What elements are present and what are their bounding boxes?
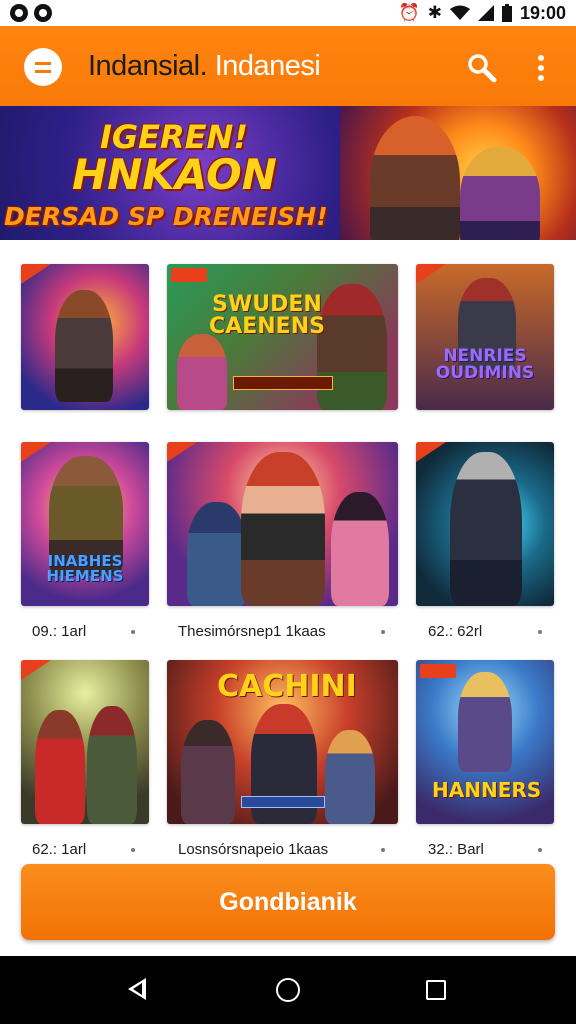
dot-icon: [538, 630, 542, 634]
app-root: ⏰ ✱ 19:00 Indansial. Indanesi IGEREN! HN…: [0, 0, 576, 1024]
game-logo: CACHINI: [217, 669, 357, 704]
app-bar: Indansial. Indanesi: [0, 26, 576, 106]
game-logo: NENRIES OUDIMINS: [435, 346, 535, 383]
game-card[interactable]: CACHINI: [167, 660, 398, 824]
game-logo: HANNERS: [432, 778, 542, 802]
dot-icon: [131, 848, 135, 852]
primary-action-button[interactable]: Gondbianik: [21, 864, 555, 940]
more-vert-dot: [538, 65, 544, 71]
character: [35, 710, 85, 824]
game-caption: 09.: 1arl: [32, 623, 87, 640]
battery-icon: [501, 4, 512, 22]
badge: [420, 664, 456, 678]
game-grid: SWUDEN CAENENS NENRIES OUDIMINS INABHES …: [0, 240, 576, 860]
game-caption: Losnsórsnapeio 1kaas: [178, 841, 329, 858]
character: [187, 502, 247, 606]
status-right: ⏰ ✱ 19:00: [399, 3, 566, 24]
status-left: [10, 4, 52, 22]
character: [181, 720, 235, 824]
banner-title-line3: DERSAD SP DRENEISH!: [4, 202, 328, 231]
character: [87, 706, 137, 824]
game-card[interactable]: NENRIES OUDIMINS: [416, 264, 554, 410]
game-caption: 62.: 62rl: [428, 623, 483, 640]
character: [55, 290, 113, 402]
game-logo: INABHES HIEMENS: [46, 552, 124, 585]
status-bar: ⏰ ✱ 19:00: [0, 0, 576, 26]
game-card[interactable]: HANNERS: [416, 660, 554, 824]
dot-icon: [538, 848, 542, 852]
game-label-bar: [233, 376, 333, 390]
character: [458, 672, 512, 772]
app-title: Indansial. Indanesi: [88, 50, 321, 83]
wifi-icon: [449, 5, 470, 20]
character: [325, 730, 375, 824]
back-icon[interactable]: [128, 978, 146, 1000]
game-card[interactable]: SWUDEN CAENENS: [167, 264, 398, 410]
character: [177, 334, 227, 410]
character: [317, 284, 387, 410]
game-card[interactable]: [21, 264, 149, 410]
more-options-button[interactable]: [530, 52, 552, 84]
dot-icon: [131, 630, 135, 634]
home-icon[interactable]: [276, 978, 300, 1002]
more-vert-icon: [538, 55, 544, 61]
menu-button[interactable]: [24, 48, 62, 86]
badge: [171, 268, 207, 282]
system-nav-bar: [0, 956, 576, 1024]
bluetooth-icon: ✱: [427, 3, 442, 23]
game-label-bar: [241, 796, 325, 808]
game-card[interactable]: [21, 660, 149, 824]
game-caption: Thesimórsnep1 1kaas: [178, 623, 326, 640]
game-card[interactable]: INABHES HIEMENS: [21, 442, 149, 606]
game-card[interactable]: [167, 442, 398, 606]
search-icon: [468, 54, 497, 83]
search-button[interactable]: [466, 52, 498, 84]
app-title-accent: Indanesi: [214, 50, 321, 82]
banner-title-line2: HNKAON: [72, 150, 277, 199]
banner-hero-1: [370, 116, 460, 240]
dot-icon: [381, 848, 385, 852]
game-caption: 32.: Barl: [428, 841, 484, 858]
character: [450, 452, 522, 606]
alarm-icon: ⏰: [398, 3, 420, 23]
character: [331, 492, 389, 606]
more-vert-dot: [538, 75, 544, 81]
signal-icon: [477, 5, 494, 21]
primary-action-label: Gondbianik: [219, 887, 357, 916]
game-card[interactable]: [416, 442, 554, 606]
banner-hero-2: [460, 146, 540, 240]
promo-banner[interactable]: IGEREN! HNKAON DERSAD SP DRENEISH!: [0, 106, 576, 240]
game-logo: SWUDEN CAENENS: [209, 292, 325, 339]
status-time: 19:00: [519, 2, 566, 23]
recent-apps-icon[interactable]: [426, 980, 446, 1000]
app-title-main: Indansial.: [88, 50, 208, 82]
menu-icon: [35, 61, 51, 73]
notification-icon: [10, 4, 28, 22]
game-caption: 62.: 1arl: [32, 841, 87, 858]
dot-icon: [381, 630, 385, 634]
notification-icon-2: [34, 4, 52, 22]
character: [241, 452, 325, 606]
